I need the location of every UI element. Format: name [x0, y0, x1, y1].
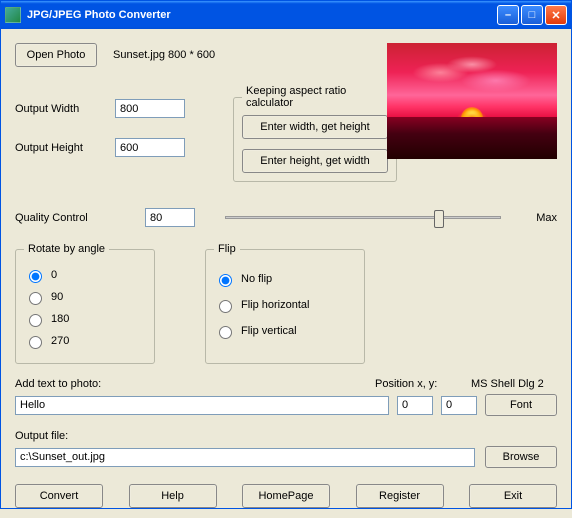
rotate-legend: Rotate by angle — [24, 243, 109, 255]
output-height-input[interactable] — [115, 138, 185, 157]
text-input[interactable] — [15, 396, 389, 415]
close-button[interactable]: ✕ — [545, 5, 567, 25]
flip-option[interactable]: No flip — [214, 271, 356, 287]
rotate-radio-label: 270 — [51, 335, 69, 347]
rotate-radio[interactable] — [29, 270, 42, 283]
rotate-option-0[interactable]: 0 — [24, 267, 146, 283]
browse-button[interactable]: Browse — [485, 446, 557, 468]
aspect-ratio-group: Keeping aspect ratio calculator Enter wi… — [233, 85, 397, 182]
help-button[interactable]: Help — [129, 484, 217, 508]
rotate-option-270[interactable]: 270 — [24, 333, 146, 349]
flip-radio-label: Flip vertical — [241, 325, 297, 337]
max-label: Max — [517, 212, 557, 224]
register-button[interactable]: Register — [356, 484, 444, 508]
app-icon — [5, 7, 21, 23]
open-photo-button[interactable]: Open Photo — [15, 43, 97, 67]
flip-radio[interactable] — [219, 300, 232, 313]
output-file-label: Output file: — [15, 430, 68, 442]
convert-button[interactable]: Convert — [15, 484, 103, 508]
flip-radio-label: Flip horizontal — [241, 299, 309, 311]
add-text-label: Add text to photo: — [15, 378, 375, 390]
maximize-button[interactable]: □ — [521, 5, 543, 25]
rotate-radio[interactable] — [29, 314, 42, 327]
aspect-legend: Keeping aspect ratio calculator — [242, 85, 388, 109]
font-name-label: MS Shell Dlg 2 — [471, 378, 557, 390]
rotate-radio-label: 180 — [51, 313, 69, 325]
flip-option[interactable]: Flip vertical — [214, 323, 356, 339]
minimize-button[interactable]: – — [497, 5, 519, 25]
output-width-label: Output Width — [15, 103, 115, 115]
homepage-button[interactable]: HomePage — [242, 484, 330, 508]
quality-slider[interactable] — [225, 216, 501, 219]
slider-thumb[interactable] — [434, 210, 444, 228]
rotate-radio[interactable] — [29, 292, 42, 305]
app-window: JPG/JPEG Photo Converter – □ ✕ Open Phot… — [0, 0, 572, 509]
rotate-group: Rotate by angle 0 90 180 270 — [15, 243, 155, 364]
output-height-label: Output Height — [15, 142, 115, 154]
rotate-option-180[interactable]: 180 — [24, 311, 146, 327]
rotate-option-90[interactable]: 90 — [24, 289, 146, 305]
enter-height-button[interactable]: Enter height, get width — [242, 149, 388, 173]
rotate-radio-label: 0 — [51, 269, 57, 281]
pos-x-input[interactable] — [397, 396, 433, 415]
window-title: JPG/JPEG Photo Converter — [27, 9, 171, 21]
position-label: Position x, y: — [375, 378, 471, 390]
output-width-input[interactable] — [115, 99, 185, 118]
flip-radio[interactable] — [219, 326, 232, 339]
pos-y-input[interactable] — [441, 396, 477, 415]
flip-option[interactable]: Flip horizontal — [214, 297, 356, 313]
flip-radio[interactable] — [219, 274, 232, 287]
flip-legend: Flip — [214, 243, 240, 255]
quality-label: Quality Control — [15, 212, 145, 224]
photo-info-label: Sunset.jpg 800 * 600 — [113, 49, 215, 61]
exit-button[interactable]: Exit — [469, 484, 557, 508]
quality-input[interactable] — [145, 208, 195, 227]
enter-width-button[interactable]: Enter width, get height — [242, 115, 388, 139]
rotate-radio[interactable] — [29, 336, 42, 349]
rotate-radio-label: 90 — [51, 291, 63, 303]
titlebar[interactable]: JPG/JPEG Photo Converter – □ ✕ — [1, 1, 571, 29]
flip-group: Flip No flip Flip horizontal Flip vertical — [205, 243, 365, 364]
font-button[interactable]: Font — [485, 394, 557, 416]
output-file-input[interactable] — [15, 448, 475, 467]
image-preview — [387, 43, 557, 159]
flip-radio-label: No flip — [241, 273, 272, 285]
